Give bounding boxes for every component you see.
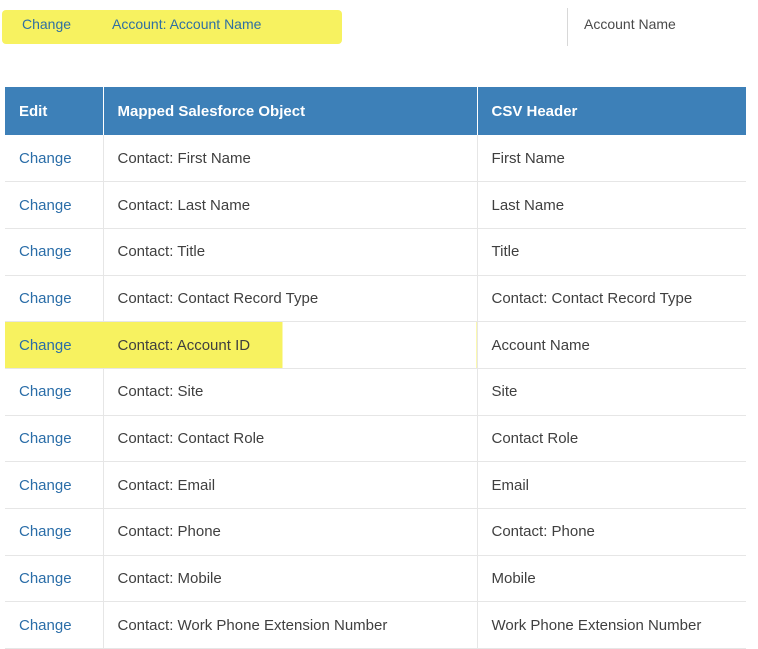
csv-header-cell: Account Name [477,321,746,369]
change-link[interactable]: Change [5,555,104,603]
table-row: Change Contact: Mobile Mobile [5,555,746,603]
change-link[interactable]: Change [5,601,104,649]
mapped-object-cell: Contact: Last Name [103,181,478,229]
csv-header-cell: Contact Role [477,415,746,463]
csv-header-cell: Work Phone Extension Number [477,601,746,649]
mapped-object-label: Account: Account Name [112,16,262,32]
column-divider [567,8,568,46]
csv-header-cell: Title [477,228,746,276]
table-row: Change Contact: Title Title [5,228,746,276]
table-row: Change Contact: Contact Record Type Contac… [5,275,746,323]
table-header-row: Edit Mapped Salesforce Object CSV Header [5,87,746,135]
table-row: Change Contact: Work Phone Extension Numb… [5,601,746,649]
csv-header-cell: Contact: Contact Record Type [477,275,746,323]
change-link[interactable]: Change [5,368,104,416]
csv-header-cell: Last Name [477,181,746,229]
header-csv: CSV Header [477,87,746,135]
change-link[interactable]: Change [5,508,104,556]
header-edit: Edit [5,87,104,135]
change-link[interactable]: Change [5,275,104,323]
table-row: Change Contact: First Name First Name [5,135,746,183]
change-link[interactable]: Change [5,181,104,229]
mapped-object-cell: Contact: Title [103,228,478,276]
table-row: Change Contact: Account ID Account Name [5,321,746,369]
table-row: Change Contact: Site Site [5,368,746,416]
csv-header-cell: Mobile [477,555,746,603]
change-link[interactable]: Change [5,415,104,463]
field-mapping-table: Edit Mapped Salesforce Object CSV Header… [5,87,746,649]
change-link[interactable]: Change [22,16,71,32]
mapped-object-cell: Contact: Contact Record Type [103,275,478,323]
table-row: Change Contact: Email Email [5,461,746,509]
mapped-object-cell: Contact: Phone [103,508,478,556]
mapped-object-cell: Contact: First Name [103,135,478,183]
mapped-object-cell: Contact: Contact Role [103,415,478,463]
mapped-object-cell: Contact: Email [103,461,478,509]
header-mapped-object: Mapped Salesforce Object [103,87,478,135]
table-row: Change Contact: Phone Contact: Phone [5,508,746,556]
mapped-object-cell: Contact: Work Phone Extension Number [103,601,478,649]
table-body: Change Contact: First Name First Name Chang… [5,135,746,649]
mapped-object-cell: Contact: Account ID [103,321,478,369]
change-link[interactable]: Change [5,135,104,183]
csv-header-label: Account Name [584,16,676,32]
change-link[interactable]: Change [5,321,104,369]
mapped-object-cell: Contact: Mobile [103,555,478,603]
table-row: Change Contact: Last Name Last Name [5,181,746,229]
table-row: Change Contact: Contact Role Contact Role [5,415,746,463]
mapped-object-cell: Contact: Site [103,368,478,416]
csv-header-cell: First Name [477,135,746,183]
csv-header-cell: Site [477,368,746,416]
top-mapping-row: Change Account: Account Name Account Nam… [0,0,758,52]
csv-header-cell: Email [477,461,746,509]
csv-header-cell: Contact: Phone [477,508,746,556]
change-link[interactable]: Change [5,228,104,276]
change-link[interactable]: Change [5,461,104,509]
